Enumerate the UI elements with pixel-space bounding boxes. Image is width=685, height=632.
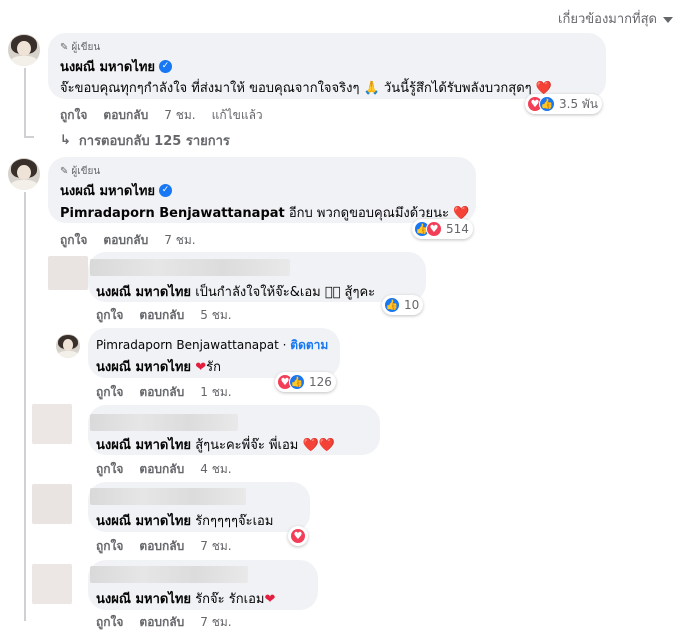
comment-text: จ๊ะขอบคุณทุกๆกำลังใจ ที่ส่งมาให้ ขอบคุณจ… [60,81,552,96]
verified-icon: ✓ [159,60,173,73]
reply-button[interactable]: ตอบกลับ [139,613,184,632]
like-button[interactable]: ถูกใจ [96,460,123,479]
like-button[interactable]: ถูกใจ [96,306,123,325]
comment-text: Pimradaporn Benjawattanapat อีกบ พวกดูขอ… [60,206,470,221]
like-icon: 👍 [539,96,555,112]
edited-label: แก้ไขแล้ว [211,108,263,122]
love-icon: ♥ [426,221,442,237]
reply-button[interactable]: ตอบกลับ [139,460,184,479]
author-badge: ✎ ผู้เขียน [60,42,101,53]
blurred-author-name [90,488,246,505]
reply-button[interactable]: ตอบกลับ [139,537,184,556]
thread-line [24,136,34,138]
reply-text: นงผณี มหาดไทย ❤รัก [96,360,221,375]
reply-actions: ถูกใจ ตอบกลับ 7 ชม. [96,537,248,556]
timestamp[interactable]: 7 ชม. [200,537,231,556]
heart-icon: ❤ [264,592,276,607]
thread-line [24,192,26,621]
reply-button[interactable]: ตอบกลับ [139,306,184,325]
love-icon: ♥ [290,528,306,544]
reply-author-line: Pimradaporn Benjawattanapat · ติดตาม [96,338,329,352]
verified-icon: ✓ [159,184,173,197]
timestamp[interactable]: 7 ชม. [200,613,231,632]
reply-text: นงผณี มหาดไทย เป็นกำลังใจให้จ๊ะ&เอม 🏻🏻 ส… [96,285,376,300]
mention-link[interactable]: นงผณี มหาดไทย [96,285,191,300]
comment-actions: ถูกใจ ตอบกลับ 7 ชม. แก้ไขแล้ว [60,106,279,125]
reply-text: นงผณี มหาดไทย สู้ๆนะคะพี่จ๊ะ พี่เอม ❤️❤️ [96,438,335,453]
reply-author[interactable]: Pimradaporn Benjawattanapat [96,338,279,352]
like-button[interactable]: ถูกใจ [96,613,123,632]
mention-link[interactable]: Pimradaporn Benjawattanapat [60,206,285,221]
avatar[interactable] [56,334,80,358]
thread-line [24,68,26,138]
blurred-author-name [90,566,248,583]
pencil-icon: ✎ [60,166,69,177]
reaction-summary[interactable]: ♥ 👍 126 [275,372,336,392]
comment-actions: ถูกใจ ตอบกลับ 7 ชม. [60,231,212,250]
mention-link[interactable]: นงผณี มหาดไทย [96,592,191,607]
mention-link[interactable]: นงผณี มหาดไทย [96,438,191,453]
mention-link[interactable]: นงผณี มหาดไทย [96,360,191,375]
reply-actions: ถูกใจ ตอบกลับ 4 ชม. [96,460,248,479]
like-button[interactable]: ถูกใจ [60,231,87,250]
like-button[interactable]: ถูกใจ [96,537,123,556]
pencil-icon: ✎ [60,42,69,53]
avatar[interactable] [8,158,40,190]
reaction-summary[interactable]: 👍 10 [382,295,424,315]
reaction-summary[interactable]: ♥ [288,526,308,546]
timestamp[interactable]: 1 ชม. [200,383,231,402]
like-button[interactable]: ถูกใจ [96,383,123,402]
like-icon: 👍 [289,374,305,390]
reply-actions: ถูกใจ ตอบกลับ 1 ชม. [96,383,248,402]
reply-text: นงผณี มหาดไทย รักๆๆๆๆจ๊ะเอม [96,514,274,529]
reply-text: นงผณี มหาดไทย รักจ๊ะ รักเอม❤ [96,592,276,607]
avatar[interactable] [48,256,88,290]
sort-dropdown[interactable]: เกี่ยวข้องมากที่สุด [558,8,673,29]
avatar[interactable] [32,484,72,524]
sort-label: เกี่ยวข้องมากที่สุด [558,12,657,27]
reply-actions: ถูกใจ ตอบกลับ 5 ชม. [96,306,248,325]
reply-arrow-icon: ↳ [60,133,71,148]
mention-link[interactable]: นงผณี มหาดไทย [96,514,191,529]
like-button[interactable]: ถูกใจ [60,106,87,125]
avatar[interactable] [8,34,40,66]
heart-icon: ❤ [195,360,207,375]
follow-button[interactable]: ติดตาม [290,338,328,352]
reply-button[interactable]: ตอบกลับ [139,383,184,402]
comment-author[interactable]: นงผณี มหาดไทย ✓ [60,56,173,77]
timestamp[interactable]: 4 ชม. [200,460,231,479]
reply-button[interactable]: ตอบกลับ [103,106,148,125]
view-replies-link[interactable]: ↳ การตอบกลับ 125 รายการ [60,130,230,151]
blurred-author-name [90,414,238,431]
timestamp[interactable]: 7 ชม. [164,231,195,250]
comment-author[interactable]: นงผณี มหาดไทย ✓ [60,180,173,201]
reply-actions: ถูกใจ ตอบกลับ 7 ชม. [96,613,248,632]
reaction-summary[interactable]: ♥ 👍 3.5 พัน [525,94,603,114]
chevron-down-icon [663,16,673,23]
reply-button[interactable]: ตอบกลับ [103,231,148,250]
reaction-summary[interactable]: 👍 ♥ 514 [412,219,473,239]
avatar[interactable] [32,564,72,604]
timestamp[interactable]: 5 ชม. [200,306,231,325]
blurred-author-name [90,259,290,276]
like-icon: 👍 [384,297,400,313]
author-badge: ✎ ผู้เขียน [60,166,101,177]
avatar[interactable] [32,404,72,444]
timestamp[interactable]: 7 ชม. [164,106,195,125]
